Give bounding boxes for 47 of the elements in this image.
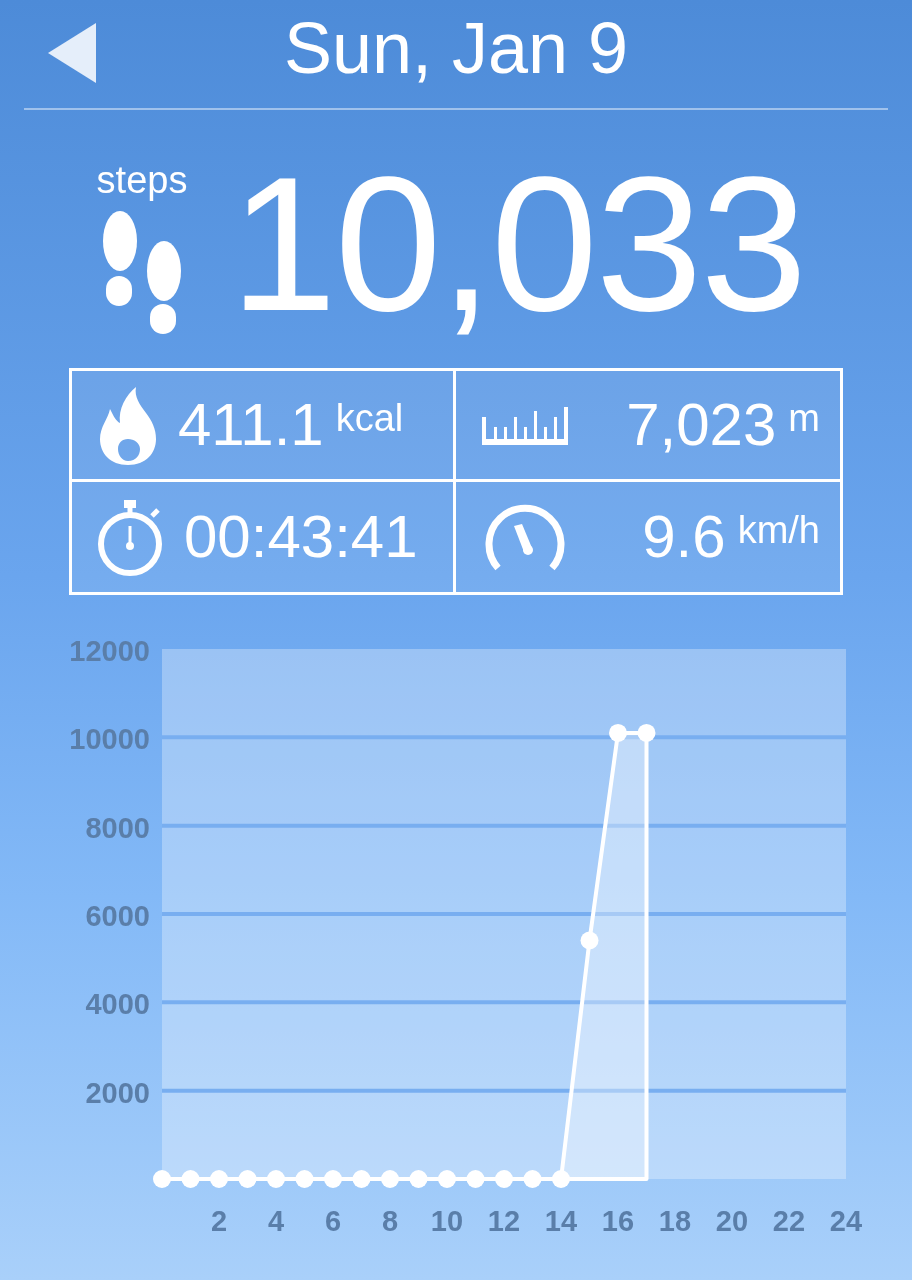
- data-point: [580, 931, 599, 950]
- x-tick-label: 2: [210, 1205, 228, 1237]
- data-point: [523, 1170, 542, 1188]
- stat-value: 9.6: [642, 501, 726, 572]
- y-tick-label: 2000: [85, 1076, 150, 1109]
- data-point: [552, 1170, 570, 1188]
- back-icon[interactable]: [46, 21, 98, 85]
- data-point: [466, 1170, 485, 1188]
- stat-value: 00:43:41: [184, 501, 418, 572]
- data-point: [267, 1170, 285, 1188]
- data-point: [495, 1170, 513, 1188]
- x-tick-label: 24: [829, 1205, 863, 1237]
- y-tick-label: 12000: [69, 635, 150, 667]
- data-point: [181, 1170, 200, 1188]
- data-point: [210, 1170, 228, 1188]
- x-tick-label: 22: [772, 1205, 806, 1237]
- x-tick-label: 10: [430, 1205, 464, 1237]
- x-tick-label: 4: [267, 1205, 285, 1237]
- data-point: [238, 1170, 257, 1188]
- x-tick-label: 20: [715, 1205, 749, 1237]
- data-point: [324, 1170, 342, 1188]
- data-point: [153, 1170, 171, 1188]
- y-tick-label: 4000: [85, 988, 150, 1021]
- y-tick-label: 10000: [69, 723, 150, 756]
- data-point: [637, 723, 656, 742]
- stat-unit: m: [788, 397, 820, 438]
- data-point: [352, 1170, 371, 1188]
- data-point: [438, 1170, 456, 1188]
- y-tick-label: 6000: [85, 900, 150, 932]
- x-tick-label: 6: [324, 1205, 342, 1237]
- steps-label: steps: [96, 160, 188, 200]
- data-point: [295, 1170, 314, 1188]
- x-tick-label: 14: [544, 1205, 578, 1237]
- stat-value: 411.1: [178, 389, 324, 460]
- x-tick-label: 18: [658, 1205, 692, 1237]
- y-tick-label: 8000: [85, 811, 150, 844]
- stat-unit: km/h: [737, 509, 820, 550]
- data-point: [609, 723, 627, 742]
- step-count: 10,033: [230, 144, 806, 344]
- data-point: [409, 1170, 428, 1188]
- x-tick-label: 8: [381, 1205, 399, 1237]
- stat-unit: kcal: [335, 397, 404, 438]
- x-tick-label: 16: [601, 1205, 635, 1237]
- data-point: [381, 1170, 399, 1188]
- date-title: Sun, Jan 9: [283, 8, 629, 88]
- x-tick-label: 12: [487, 1205, 521, 1237]
- stat-value: 7,023: [626, 389, 777, 460]
